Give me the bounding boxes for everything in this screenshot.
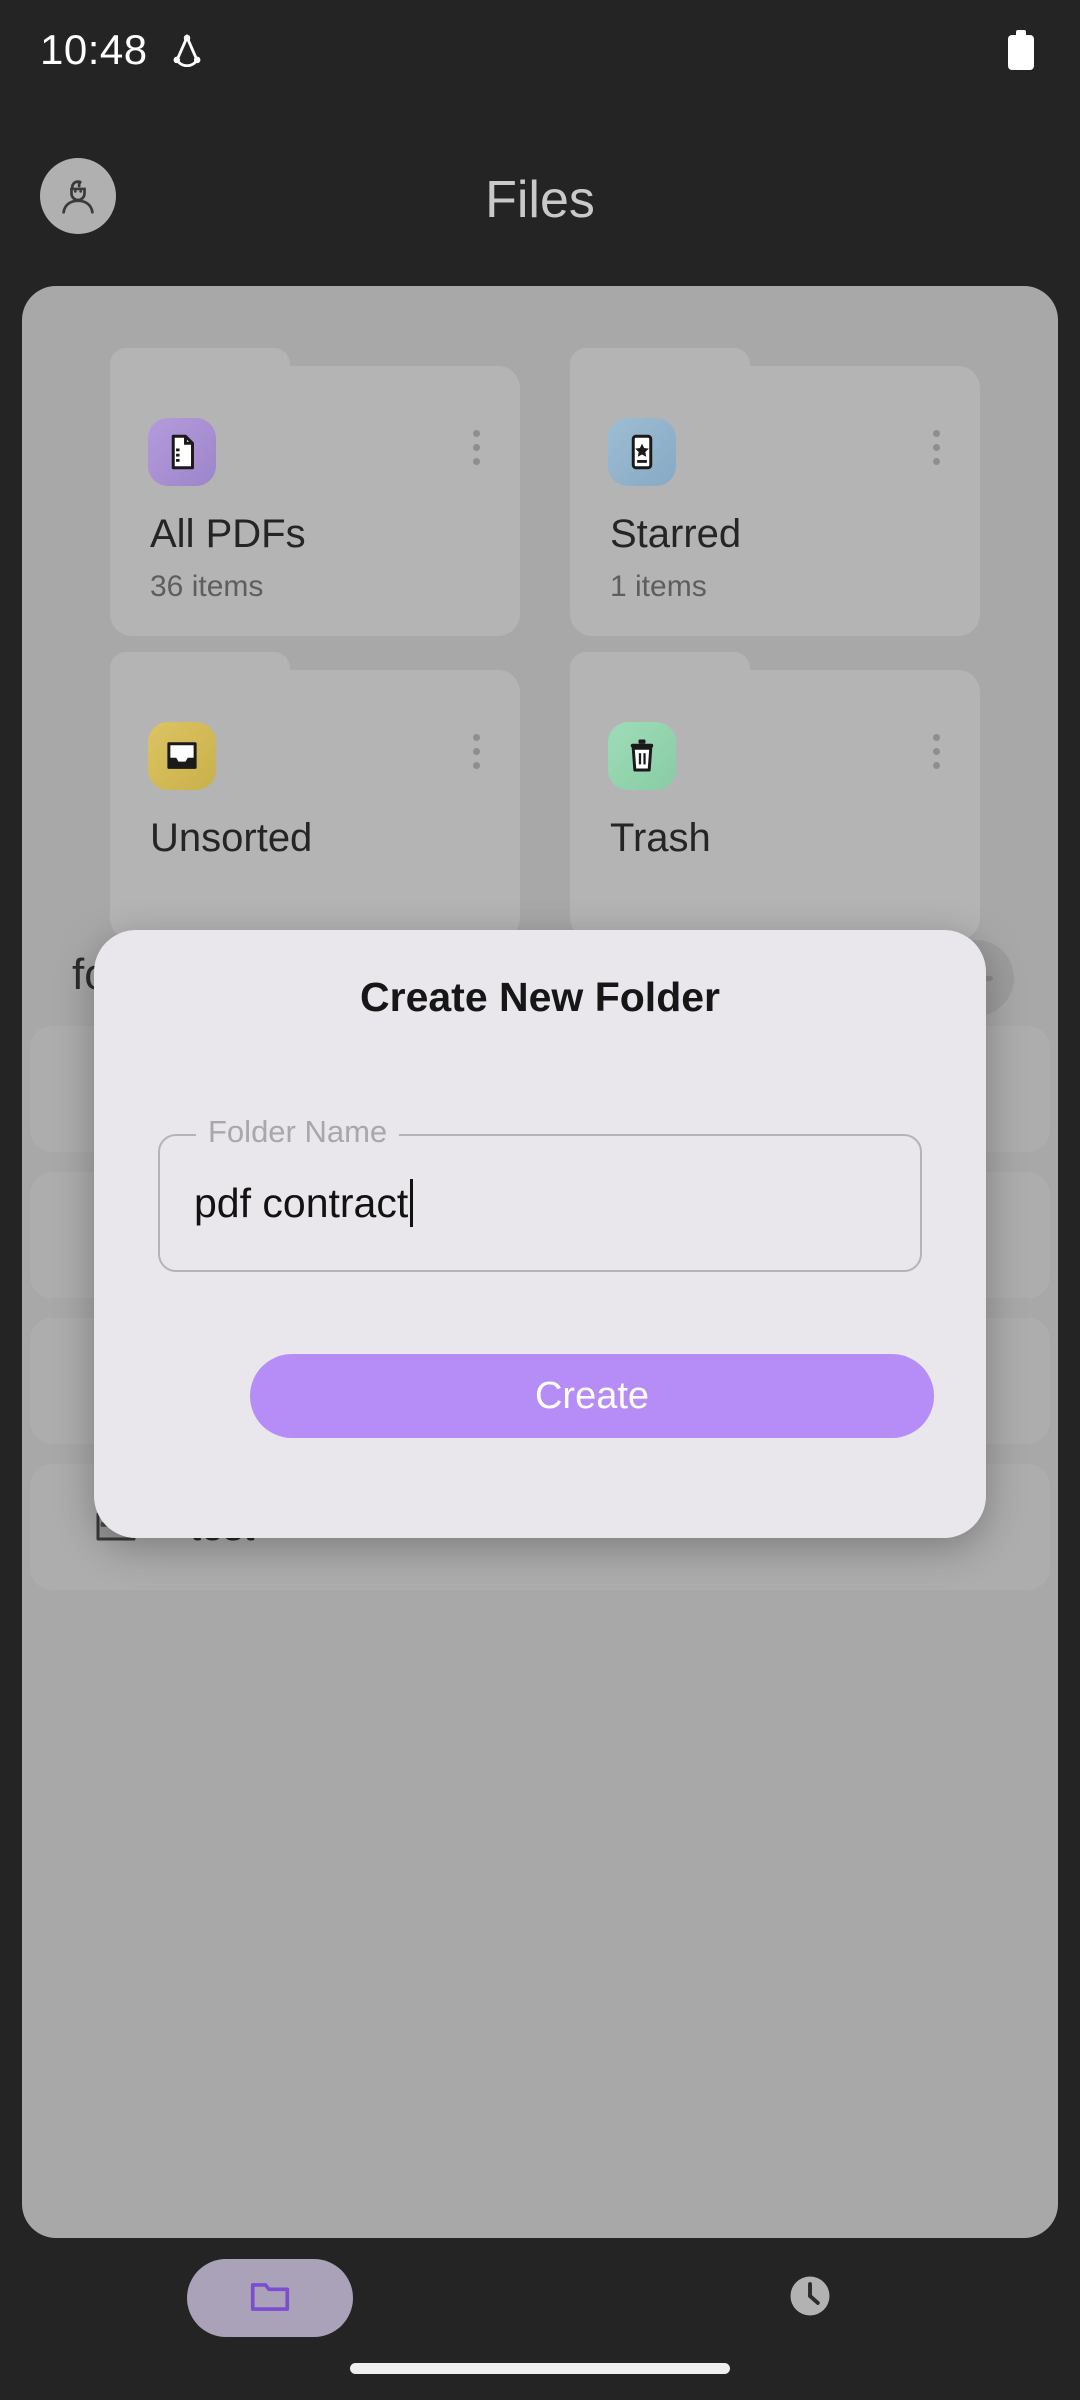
dialog-scrim[interactable]: Create New Folder Folder Name pdf contra… bbox=[0, 0, 1080, 2400]
text-caret bbox=[410, 1179, 414, 1227]
dialog-title: Create New Folder bbox=[360, 974, 720, 1020]
gesture-bar bbox=[350, 2363, 730, 2374]
folder-name-field[interactable]: Folder Name pdf contract bbox=[158, 1114, 922, 1272]
folder-icon bbox=[247, 2273, 293, 2324]
bottom-navigation bbox=[0, 2238, 1080, 2358]
create-folder-dialog: Create New Folder Folder Name pdf contra… bbox=[94, 930, 986, 1538]
nav-files-pill[interactable] bbox=[187, 2259, 353, 2337]
nav-item-files[interactable] bbox=[0, 2259, 540, 2337]
create-button[interactable]: Create bbox=[250, 1354, 934, 1438]
folder-name-input[interactable]: pdf contract bbox=[194, 1134, 414, 1272]
nav-item-recent[interactable] bbox=[540, 2270, 1080, 2327]
clock-icon bbox=[784, 2270, 836, 2327]
folder-name-input-text: pdf contract bbox=[194, 1179, 409, 1226]
